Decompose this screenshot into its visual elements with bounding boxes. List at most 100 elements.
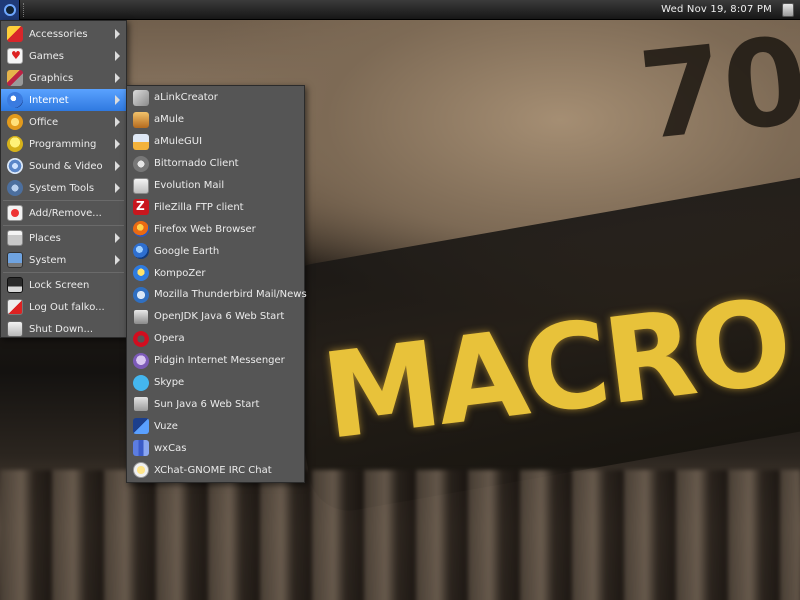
firefox-icon [133,221,149,238]
bittornado-icon [133,155,149,172]
menu-item-label: Places [29,232,61,244]
submenu-arrow-icon [115,29,120,39]
wxcas-icon [133,440,149,457]
menu-item-add-remove[interactable]: Add/Remove... [1,202,126,224]
submenu-item-label: KompoZer [154,267,206,279]
sun-java-icon [133,396,149,413]
shut-down-icon [7,321,23,337]
add-remove-icon [7,205,23,221]
menu-item-shut-down[interactable]: Shut Down... [1,318,126,340]
submenu-arrow-icon [115,161,120,171]
submenu-arrow-icon [115,51,120,61]
panel-handle[interactable] [23,2,27,17]
sound-video-icon [7,158,23,174]
submenu-item-skype[interactable]: Skype [127,372,304,394]
office-icon [7,114,23,130]
menu-item-label: Programming [29,138,97,150]
openjdk-icon [133,308,149,325]
vuze-icon [133,418,149,435]
opera-icon [133,330,149,347]
internet-icon [7,92,23,108]
submenu-item-label: aMule [154,114,185,126]
top-panel: Wed Nov 19, 8:07 PM [0,0,800,20]
menu-item-log-out[interactable]: Log Out falko... [1,296,126,318]
menu-item-system-tools[interactable]: System Tools [1,177,126,199]
submenu-item-label: Bittornado Client [154,158,239,170]
system-icon [7,252,23,268]
submenu-item-sun-java[interactable]: Sun Java 6 Web Start [127,393,304,415]
menu-item-label: Sound & Video [29,160,103,172]
submenu-item-bittornado[interactable]: Bittornado Client [127,153,304,175]
alinkcreator-icon [133,90,149,106]
menu-item-label: System [29,254,67,266]
games-icon [7,48,23,64]
menu-item-lock-screen[interactable]: Lock Screen [1,274,126,296]
distro-logo-icon [3,3,16,16]
submenu-item-openjdk[interactable]: OpenJDK Java 6 Web Start [127,306,304,328]
submenu-item-amule[interactable]: aMule [127,109,304,131]
submenu-arrow-icon [115,233,120,243]
submenu-item-filezilla[interactable]: FileZilla FTP client [127,196,304,218]
submenu-item-label: Google Earth [154,245,220,257]
submenu-arrow-icon [115,117,120,127]
main-menu-button[interactable] [0,0,20,20]
menu-separator [3,272,124,273]
submenu-item-evolution-mail[interactable]: Evolution Mail [127,175,304,197]
submenu-arrow-icon [115,95,120,105]
submenu-item-google-earth[interactable]: Google Earth [127,240,304,262]
pidgin-icon [133,352,149,369]
trash-icon[interactable] [782,2,794,17]
menu-item-label: Shut Down... [29,323,93,335]
menu-item-label: Accessories [29,28,88,40]
submenu-item-xchat[interactable]: XChat-GNOME IRC Chat [127,459,304,481]
menu-item-internet[interactable]: Internet [1,89,126,111]
xchat-icon [133,462,149,479]
submenu-item-opera[interactable]: Opera [127,328,304,350]
graphics-icon [7,70,23,86]
google-earth-icon [133,243,149,260]
panel-clock[interactable]: Wed Nov 19, 8:07 PM [661,4,772,15]
menu-item-label: Graphics [29,72,74,84]
menu-item-programming[interactable]: Programming [1,133,126,155]
submenu-item-label: Vuze [154,420,178,432]
submenu-item-label: XChat-GNOME IRC Chat [154,464,272,476]
submenu-arrow-icon [115,139,120,149]
submenu-item-vuze[interactable]: Vuze [127,415,304,437]
menu-item-office[interactable]: Office [1,111,126,133]
internet-submenu: aLinkCreator aMule aMuleGUI Bittornado C… [126,85,307,483]
lock-screen-icon [7,277,23,293]
menu-item-accessories[interactable]: Accessories [1,23,126,45]
main-menu: Accessories Games Graphics Internet Offi… [0,20,127,338]
submenu-item-label: Mozilla Thunderbird Mail/News [154,289,307,301]
menu-item-graphics[interactable]: Graphics [1,67,126,89]
menu-item-label: Lock Screen [29,279,90,291]
submenu-item-label: Skype [154,377,185,389]
submenu-arrow-icon [115,255,120,265]
submenu-item-kompozer[interactable]: KompoZer [127,262,304,284]
log-out-icon [7,299,23,315]
menu-item-system[interactable]: System [1,249,126,271]
menu-item-label: Office [29,116,59,128]
menu-item-places[interactable]: Places [1,227,126,249]
wallpaper-lens-ridges [0,470,800,600]
submenu-item-wxcas[interactable]: wxCas [127,437,304,459]
submenu-arrow-icon [115,73,120,83]
submenu-item-label: OpenJDK Java 6 Web Start [154,311,285,323]
submenu-item-thunderbird[interactable]: Mozilla Thunderbird Mail/News [127,284,307,306]
kompozer-icon [133,265,149,282]
wallpaper-lens-number: 70 [633,11,800,168]
menu-item-games[interactable]: Games [1,45,126,67]
menu-item-sound-video[interactable]: Sound & Video [1,155,126,177]
submenu-item-amulegui[interactable]: aMuleGUI [127,131,304,153]
submenu-item-label: Opera [154,333,185,345]
menu-item-label: System Tools [29,182,95,194]
submenu-item-pidgin[interactable]: Pidgin Internet Messenger [127,350,304,372]
amule-icon [133,111,149,128]
menu-separator [3,200,124,201]
menu-separator [3,225,124,226]
submenu-item-alinkcreator[interactable]: aLinkCreator [127,87,304,109]
skype-icon [133,374,149,391]
submenu-item-firefox[interactable]: Firefox Web Browser [127,218,304,240]
amulegui-icon [133,133,149,150]
accessories-icon [7,26,23,42]
